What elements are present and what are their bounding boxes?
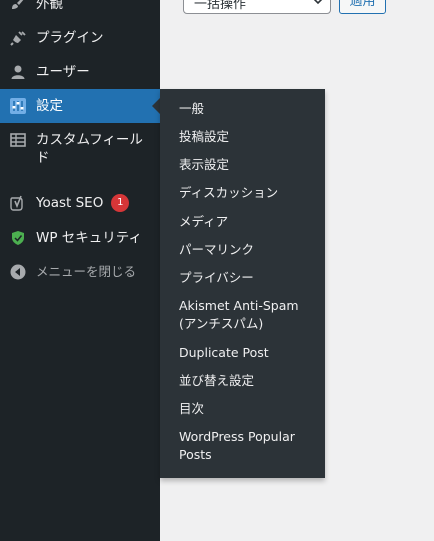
submenu-item-discussion[interactable]: ディスカッション bbox=[179, 184, 319, 202]
sidebar-item-settings[interactable]: 設定 bbox=[0, 89, 160, 123]
settings-flyout-menu: 一般 投稿設定 表示設定 ディスカッション メディア パーマリンク プライバシー… bbox=[160, 89, 325, 478]
plugin-icon bbox=[9, 29, 27, 47]
submenu-item-reading[interactable]: 表示設定 bbox=[179, 156, 319, 174]
submenu-item-akismet[interactable]: Akismet Anti-Spam (アンチスパム) bbox=[179, 297, 319, 333]
apply-button[interactable]: 適用 bbox=[339, 0, 386, 14]
sidebar-item-yoast-wrap: Yoast SEO 1 bbox=[36, 194, 154, 212]
page: 一括操作 適用 外観 プラグイン ユーザー 設定 カスタムフィールド Yoast… bbox=[0, 0, 434, 541]
sidebar-item-label: ユーザー bbox=[36, 64, 90, 80]
sidebar-item-users[interactable]: ユーザー bbox=[0, 62, 160, 82]
sidebar-item-label: WP セキュリティ bbox=[36, 230, 142, 246]
shield-icon bbox=[9, 229, 27, 247]
sidebar-item-label: 外観 bbox=[36, 0, 63, 12]
submenu-item-toc[interactable]: 目次 bbox=[179, 400, 319, 418]
submenu-item-general[interactable]: 一般 bbox=[179, 100, 319, 118]
user-icon bbox=[9, 63, 27, 81]
chevron-down-icon bbox=[312, 0, 324, 11]
table-icon bbox=[9, 131, 27, 149]
flyout-pointer bbox=[152, 98, 160, 114]
submenu-item-privacy[interactable]: プライバシー bbox=[179, 269, 319, 287]
settings-sliders-icon bbox=[9, 97, 27, 115]
sidebar-item-label: メニューを閉じる bbox=[36, 264, 137, 279]
sidebar-item-wp-security[interactable]: WP セキュリティ bbox=[0, 228, 160, 248]
bulk-action-value: 一括操作 bbox=[194, 0, 247, 12]
submenu-item-media[interactable]: メディア bbox=[179, 213, 319, 231]
sidebar-item-label: プラグイン bbox=[36, 30, 104, 46]
sidebar-item-label: 設定 bbox=[36, 98, 63, 114]
sidebar-item-custom-fields[interactable]: カスタムフィールド bbox=[0, 131, 160, 169]
collapse-menu-button[interactable]: メニューを閉じる bbox=[0, 262, 160, 282]
sidebar-item-appearance[interactable]: 外観 bbox=[0, 0, 160, 14]
sidebar-item-label: カスタムフィールド bbox=[36, 132, 143, 166]
submenu-item-reorder[interactable]: 並び替え設定 bbox=[179, 372, 319, 390]
admin-sidebar: 外観 プラグイン ユーザー 設定 カスタムフィールド Yoast SEO 1 W… bbox=[0, 0, 160, 541]
collapse-icon bbox=[9, 263, 27, 281]
notification-badge: 1 bbox=[111, 194, 130, 212]
bulk-action-select[interactable]: 一括操作 bbox=[183, 0, 331, 14]
yoast-icon bbox=[9, 194, 27, 212]
sidebar-item-yoast-seo[interactable]: Yoast SEO 1 bbox=[0, 193, 160, 213]
sidebar-item-label: Yoast SEO bbox=[36, 195, 104, 211]
brush-icon bbox=[9, 0, 27, 12]
submenu-item-permalinks[interactable]: パーマリンク bbox=[179, 241, 319, 259]
sidebar-item-plugins[interactable]: プラグイン bbox=[0, 28, 160, 48]
submenu-item-popular-posts[interactable]: WordPress Popular Posts bbox=[179, 428, 319, 464]
submenu-item-writing[interactable]: 投稿設定 bbox=[179, 128, 319, 146]
submenu-item-duplicate-post[interactable]: Duplicate Post bbox=[179, 344, 319, 362]
